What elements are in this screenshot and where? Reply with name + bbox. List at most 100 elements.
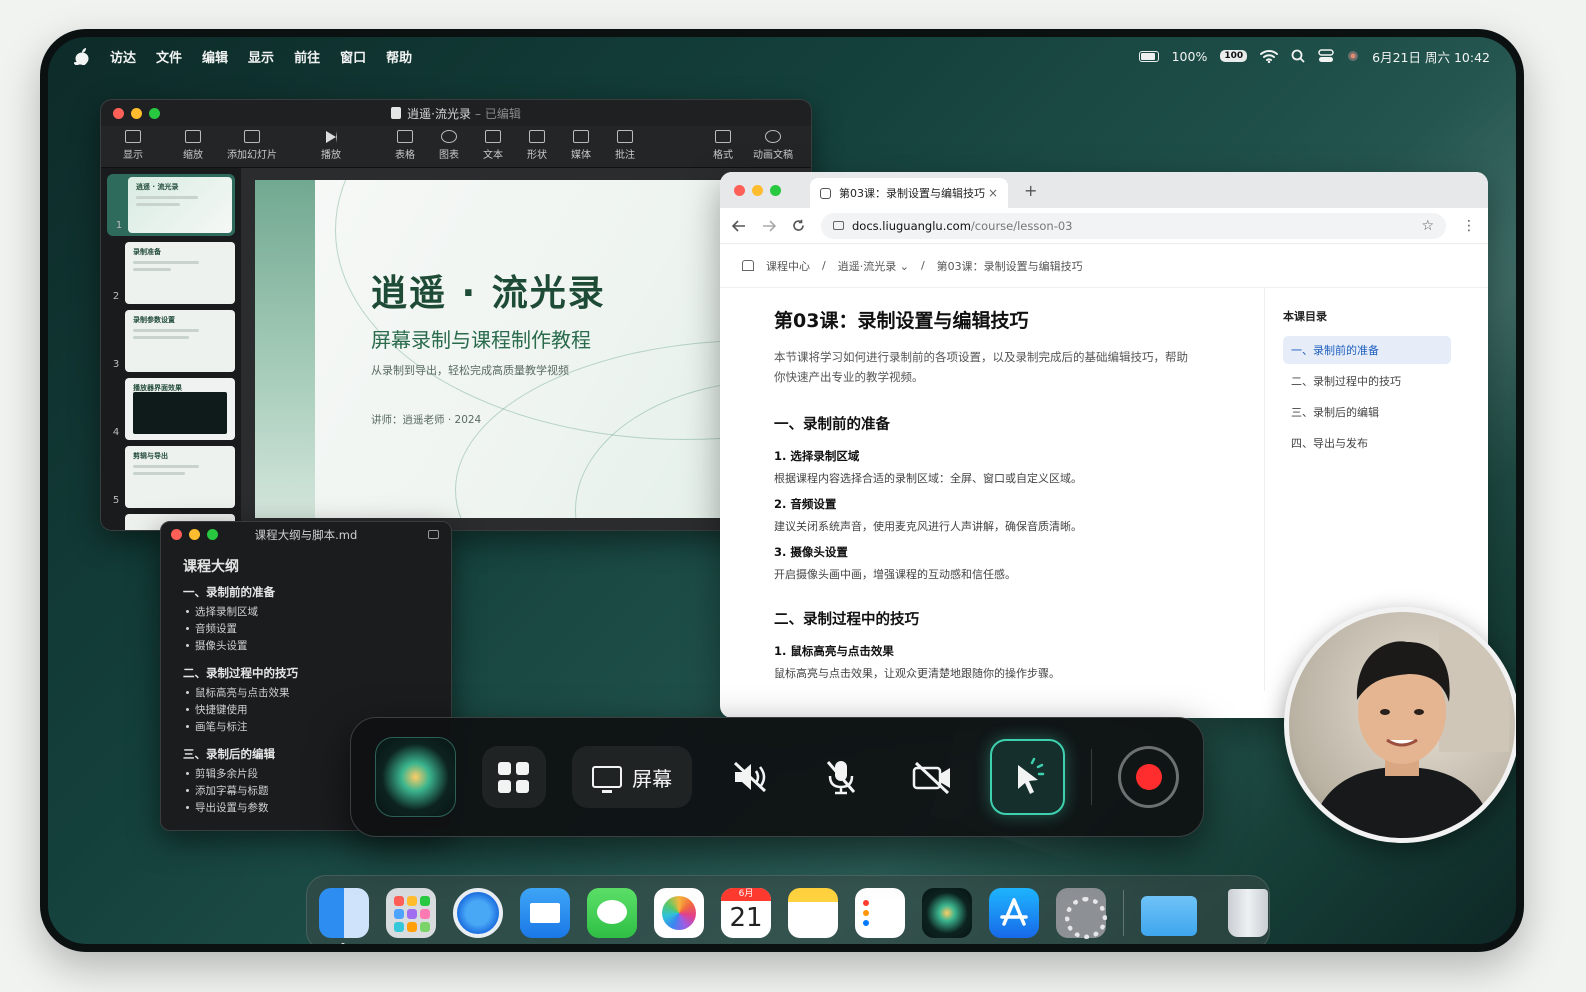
- slide-author: 讲师：逍遥老师 · 2024: [371, 414, 482, 426]
- subsection-heading: 1. 鼠标高亮与点击效果: [774, 644, 894, 658]
- slide-thumb-5[interactable]: 5 剪辑与导出: [107, 446, 235, 508]
- camera-off-icon: [912, 761, 950, 794]
- dock-recorder-icon[interactable]: [922, 888, 972, 938]
- reload-icon[interactable]: [792, 219, 805, 232]
- zoom-button[interactable]: [149, 108, 160, 119]
- minimize-button[interactable]: [189, 529, 200, 540]
- toc-item-export[interactable]: 四、导出与发布: [1283, 429, 1451, 457]
- menu-window[interactable]: 窗口: [340, 47, 366, 66]
- dock-app-store-icon[interactable]: [989, 888, 1039, 938]
- camera-button[interactable]: [900, 746, 965, 808]
- minimize-button[interactable]: [752, 185, 763, 196]
- close-button[interactable]: [113, 108, 124, 119]
- dock-messages-icon[interactable]: [587, 888, 637, 938]
- thumb-line: [136, 196, 198, 199]
- dock-launchpad-icon[interactable]: [386, 888, 436, 938]
- control-center-icon[interactable]: [1318, 49, 1334, 63]
- toolbar-shape[interactable]: 形状: [515, 130, 559, 161]
- toolbar-media[interactable]: 媒体: [559, 130, 603, 161]
- zoom-button[interactable]: [770, 185, 781, 196]
- thumb-title: 录制准备: [133, 248, 161, 256]
- toolbar-view[interactable]: 显示: [111, 130, 155, 161]
- close-button[interactable]: [171, 529, 182, 540]
- dock-photos-icon[interactable]: [654, 888, 704, 938]
- dock-safari-icon[interactable]: [453, 888, 503, 938]
- menu-help[interactable]: 帮助: [386, 47, 412, 66]
- forward-arrow-icon[interactable]: [762, 219, 776, 232]
- menu-go[interactable]: 前往: [294, 47, 320, 66]
- menu-view[interactable]: 显示: [248, 47, 274, 66]
- site-settings-icon[interactable]: [833, 221, 844, 230]
- slide-thumb-1[interactable]: 1 逍遥 · 流光录: [107, 174, 235, 236]
- breadcrumb-course-center[interactable]: 课程中心: [766, 258, 810, 274]
- more-menu-icon[interactable]: ⋮: [1462, 218, 1476, 234]
- menu-finder[interactable]: 访达: [110, 47, 136, 66]
- screen-label: 屏幕: [632, 766, 673, 791]
- toc-item-tips[interactable]: 二、录制过程中的技巧: [1283, 367, 1451, 395]
- browser-toolbar: docs.liuguanglu.com/course/lesson-03 ☆ ⋮: [720, 208, 1488, 244]
- dock-finder-icon[interactable]: [319, 888, 369, 944]
- system-audio-button[interactable]: [718, 746, 783, 808]
- slide-navigator: 1 逍遥 · 流光录 2 录制准备 3 录制参数设置 4 播放器界面效果 5 剪…: [101, 168, 241, 530]
- subsection-heading: 2. 音频设置: [774, 497, 837, 511]
- screen-source-button[interactable]: 屏幕: [572, 746, 693, 808]
- breadcrumb-course[interactable]: 逍遥·流光录 ⌄: [838, 258, 909, 274]
- minimize-button[interactable]: [131, 108, 142, 119]
- wifi-icon[interactable]: [1260, 49, 1279, 63]
- dock-mail-icon[interactable]: [520, 888, 570, 938]
- search-icon[interactable]: [1291, 49, 1305, 63]
- close-button[interactable]: [734, 185, 745, 196]
- back-arrow-icon[interactable]: [732, 219, 746, 232]
- dock-reminders-icon[interactable]: [855, 888, 905, 938]
- tab-close-icon[interactable]: ×: [988, 186, 998, 200]
- toolbar-zoom[interactable]: 缩放: [171, 130, 215, 161]
- toolbar-add-slide[interactable]: 添加幻灯片: [223, 130, 281, 161]
- datetime[interactable]: 6月21日 周六 10:42: [1372, 47, 1490, 66]
- new-tab-button[interactable]: +: [1024, 181, 1037, 200]
- thumb-line: [136, 203, 180, 206]
- slide-thumb-3[interactable]: 3 录制参数设置: [107, 310, 235, 372]
- animate-icon: [765, 130, 781, 143]
- menu-edit[interactable]: 编辑: [202, 47, 228, 66]
- battery-icon[interactable]: [1138, 50, 1159, 62]
- cursor-highlight-button[interactable]: [990, 739, 1066, 815]
- bookmark-star-icon[interactable]: ☆: [1421, 218, 1434, 234]
- dock-settings-icon[interactable]: [1056, 888, 1107, 939]
- page-title: 第03课：录制设置与编辑技巧: [774, 310, 1029, 332]
- toolbar-chart[interactable]: 图表: [427, 130, 471, 161]
- markdown-titlebar[interactable]: 课程大纲与脚本.md: [161, 522, 451, 548]
- slide-thumb-2[interactable]: 2 录制准备: [107, 242, 235, 304]
- keynote-titlebar[interactable]: 逍遥·流光录 – 已编辑: [101, 100, 811, 126]
- toolbar-text[interactable]: 文本: [471, 130, 515, 161]
- address-bar[interactable]: docs.liuguanglu.com/course/lesson-03 ☆: [821, 212, 1446, 239]
- recorder-app-icon[interactable]: [375, 737, 456, 817]
- toolbar-animate[interactable]: 动画文稿: [745, 130, 801, 161]
- dock-notes-icon[interactable]: [788, 888, 838, 938]
- home-icon[interactable]: [742, 260, 754, 271]
- zoom-button[interactable]: [207, 529, 218, 540]
- apple-icon[interactable]: [74, 47, 90, 65]
- running-indicator: [341, 943, 345, 944]
- sidebar-toggle-icon[interactable]: [428, 530, 439, 539]
- menu-file[interactable]: 文件: [156, 47, 182, 66]
- microphone-button[interactable]: [809, 746, 874, 808]
- current-slide[interactable]: 逍遥 · 流光录 屏幕录制与课程制作教程 从录制到导出，轻松完成高质量教学视频 …: [255, 180, 797, 518]
- record-button[interactable]: [1118, 746, 1180, 808]
- dock-folder-icon[interactable]: [1141, 896, 1197, 936]
- toolbar-comment[interactable]: 批注: [603, 130, 647, 161]
- apps-grid-button[interactable]: [481, 746, 547, 808]
- toc-item-edit[interactable]: 三、录制后的编辑: [1283, 398, 1451, 426]
- slide-thumb-4[interactable]: 4 播放器界面效果: [107, 378, 235, 440]
- browser-tab[interactable]: 第03课：录制设置与编辑技巧 ×: [810, 178, 1008, 208]
- toolbar-format[interactable]: 格式: [701, 130, 745, 161]
- url-host: docs.liuguanglu.com: [852, 218, 971, 233]
- webcam-overlay[interactable]: [1284, 607, 1516, 843]
- dock-trash-icon[interactable]: [1228, 889, 1268, 937]
- toc-item-prepare[interactable]: 一、录制前的准备: [1283, 336, 1451, 364]
- toolbar-play[interactable]: 播放: [309, 131, 353, 161]
- siri-icon[interactable]: [1347, 50, 1359, 62]
- toolbar-table[interactable]: 表格: [383, 130, 427, 161]
- speaker-muted-icon: [734, 761, 767, 793]
- dock-calendar-icon[interactable]: 6月 21: [721, 888, 771, 938]
- subsection-heading: 1. 选择录制区域: [774, 449, 860, 463]
